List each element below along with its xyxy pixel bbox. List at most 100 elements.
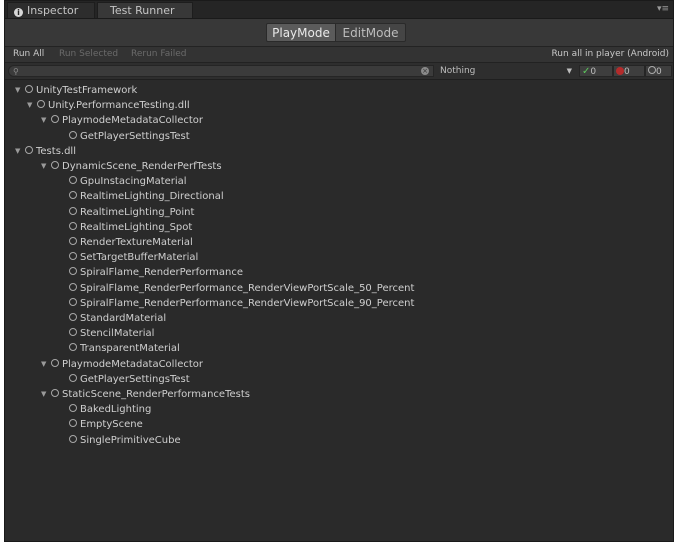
skipped-count: 0 <box>656 67 662 77</box>
expand-arrow-icon[interactable]: ▼ <box>41 357 51 372</box>
filter-dropdown[interactable]: Nothing ▼ <box>436 65 576 77</box>
tree-item[interactable]: ▼ PlaymodeMetadataCollector <box>41 113 203 128</box>
tree-item[interactable]: GpuInstacingMaterial <box>69 174 187 189</box>
tree-item[interactable]: StencilMaterial <box>69 326 154 341</box>
tree-item[interactable]: ▼ Tests.dll <box>15 144 76 159</box>
tree-item[interactable]: ▼ StaticScene_RenderPerformanceTests <box>41 387 250 402</box>
tree-item-label: StandardMaterial <box>80 313 167 324</box>
not-run-status-icon <box>69 434 77 443</box>
clear-search-icon[interactable]: × <box>421 67 429 75</box>
expand-arrow-icon[interactable]: ▼ <box>15 144 25 159</box>
not-run-status-icon <box>69 419 77 428</box>
not-run-status-icon <box>25 85 33 93</box>
tree-item[interactable]: SpiralFlame_RenderPerformance_RenderView… <box>69 296 414 311</box>
tree-item[interactable]: RealtimeLighting_Directional <box>69 189 224 204</box>
not-run-status-icon <box>51 358 59 367</box>
expand-arrow-icon[interactable]: ▼ <box>27 98 37 113</box>
window-menu-icon[interactable]: ▾≡ <box>657 4 669 14</box>
fail-icon <box>616 67 624 75</box>
search-input[interactable]: ⚲ × <box>8 65 434 77</box>
run-selected-button[interactable]: Run Selected <box>59 47 118 62</box>
tree-item[interactable]: SetTargetBufferMaterial <box>69 250 198 265</box>
not-run-status-icon <box>51 115 59 124</box>
tree-item-label: SetTargetBufferMaterial <box>80 252 199 264</box>
tree-item-label: RealtimeLighting_Spot <box>80 221 193 233</box>
tree-item-label: Tests.dll <box>36 145 76 157</box>
tree-item[interactable]: ▼ Unity.PerformanceTesting.dll <box>27 98 190 113</box>
editmode-button[interactable]: EditMode <box>336 23 406 42</box>
tree-item[interactable]: ▼ PlaymodeMetadataCollector <box>41 357 203 372</box>
tree-item-label: RealtimeLighting_Point <box>80 206 195 218</box>
tree-item[interactable]: EmptyScene <box>69 417 143 432</box>
tree-item[interactable]: SpiralFlame_RenderPerformance_RenderView… <box>69 281 414 296</box>
tab-test-runner-label: Test Runner <box>110 4 175 17</box>
tree-item[interactable]: SpiralFlame_RenderPerformance <box>69 265 243 280</box>
tree-item-label: SpiralFlame_RenderPerformance_RenderView… <box>80 282 415 294</box>
not-run-status-icon <box>69 130 77 139</box>
not-run-status-icon <box>69 297 77 306</box>
tree-item-label: UnityTestFramework <box>36 85 138 96</box>
failed-filter-toggle[interactable]: 0 <box>613 65 645 77</box>
not-run-status-icon <box>69 191 77 200</box>
expand-arrow-icon[interactable]: ▼ <box>41 113 51 128</box>
not-run-status-icon <box>69 221 77 230</box>
tab-test-runner[interactable]: Test Runner <box>97 2 193 18</box>
tree-item-label: PlaymodeMetadataCollector <box>62 358 204 370</box>
tree-item-label: EmptyScene <box>80 419 143 431</box>
tree-item-label: RenderTextureMaterial <box>80 237 193 248</box>
not-run-status-icon <box>69 267 77 276</box>
not-run-status-icon <box>69 237 77 245</box>
run-in-player-button[interactable]: Run all in player (Android) <box>551 47 669 62</box>
tree-item-label: StaticScene_RenderPerformanceTests <box>62 389 250 400</box>
expand-arrow-icon[interactable]: ▼ <box>15 83 25 98</box>
rerun-failed-button[interactable]: Rerun Failed <box>131 47 186 62</box>
passed-count: 0 <box>590 67 597 77</box>
tree-item[interactable]: RealtimeLighting_Spot <box>69 220 192 235</box>
tree-item-label: StencilMaterial <box>80 328 155 340</box>
tab-inspector[interactable]: i Inspector <box>7 2 95 18</box>
tree-item-label: PlaymodeMetadataCollector <box>62 115 204 127</box>
tree-item-label: SpiralFlame_RenderPerformance_RenderView… <box>80 297 415 309</box>
tree-item[interactable]: RealtimeLighting_Point <box>69 205 194 220</box>
tree-item[interactable]: ▼ DynamicScene_RenderPerfTests <box>41 159 222 174</box>
tree-item-label: SinglePrimitiveCube <box>80 434 181 446</box>
mode-bar: PlayMode EditMode <box>5 19 673 47</box>
tree-item[interactable]: BakedLighting <box>69 402 151 417</box>
not-run-status-icon <box>69 373 77 382</box>
tree-item[interactable]: SinglePrimitiveCube <box>69 433 181 448</box>
skipped-filter-toggle[interactable]: 0 <box>645 65 672 77</box>
playmode-button[interactable]: PlayMode <box>266 23 336 42</box>
passed-filter-toggle[interactable]: ✓0 <box>579 65 613 77</box>
tab-bar: i Inspector Test Runner ▾≡ <box>5 1 673 19</box>
test-runner-window: i Inspector Test Runner ▾≡ PlayMode EditM… <box>4 0 674 542</box>
tree-item-label: GetPlayerSettingsTest <box>80 130 190 142</box>
tree-item[interactable]: ▼ UnityTestFramework <box>15 83 137 98</box>
tree-item-label: BakedLighting <box>80 404 152 416</box>
dropdown-arrow-icon: ▼ <box>566 67 572 75</box>
not-run-status-icon <box>69 206 77 215</box>
tree-item[interactable]: TransparentMaterial <box>69 341 180 356</box>
tab-inspector-label: Inspector <box>27 4 79 17</box>
tree-item-label: GpuInstacingMaterial <box>80 176 187 188</box>
not-run-status-icon <box>69 313 77 321</box>
not-run-status-icon <box>69 252 77 261</box>
tree-item[interactable]: StandardMaterial <box>69 311 166 326</box>
not-run-status-icon <box>69 282 77 291</box>
run-toolbar: Run All Run Selected Rerun Failed Run al… <box>5 47 673 63</box>
tree-item-label: RealtimeLighting_Directional <box>80 191 224 203</box>
tree-item[interactable]: GetPlayerSettingsTest <box>69 372 190 387</box>
tree-item[interactable]: RenderTextureMaterial <box>69 235 193 250</box>
tree-item-label: SpiralFlame_RenderPerformance <box>80 267 244 279</box>
tree-item-label: GetPlayerSettingsTest <box>80 373 190 385</box>
expand-arrow-icon[interactable]: ▼ <box>41 387 51 402</box>
run-all-button[interactable]: Run All <box>13 47 44 62</box>
failed-count: 0 <box>624 67 630 77</box>
tree-item[interactable]: GetPlayerSettingsTest <box>69 129 190 144</box>
tree-item-label: Unity.PerformanceTesting.dll <box>48 100 190 112</box>
expand-arrow-icon[interactable]: ▼ <box>41 159 51 174</box>
search-icon: ⚲ <box>13 67 19 76</box>
not-run-status-icon <box>25 145 33 154</box>
not-run-status-icon <box>69 343 77 352</box>
tree-item-label: TransparentMaterial <box>80 343 180 355</box>
not-run-status-icon <box>69 176 77 185</box>
